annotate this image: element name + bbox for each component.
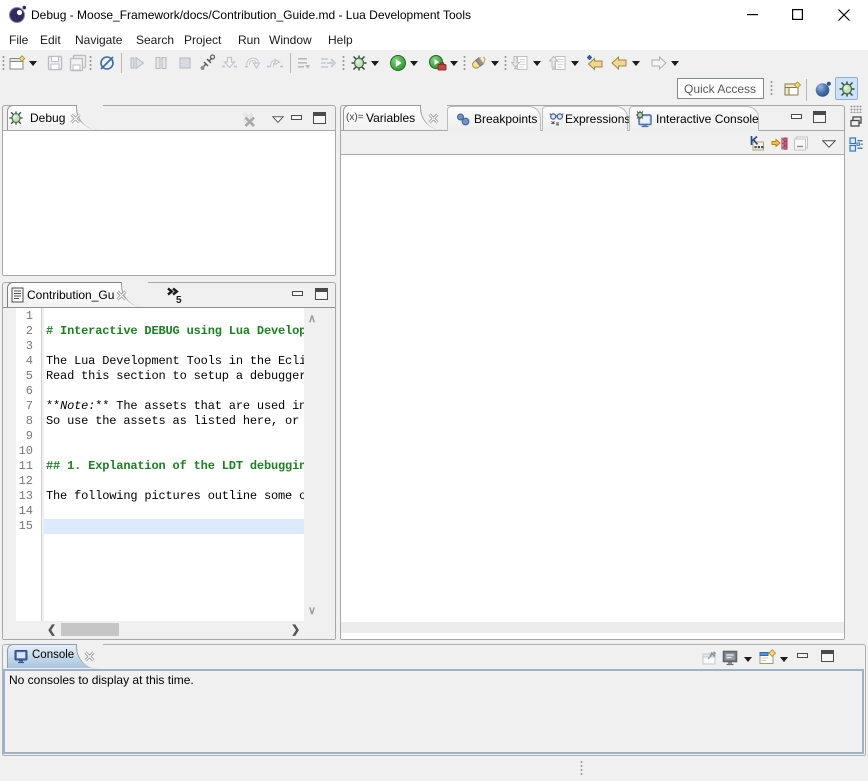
svg-text:5: 5: [176, 295, 182, 305]
